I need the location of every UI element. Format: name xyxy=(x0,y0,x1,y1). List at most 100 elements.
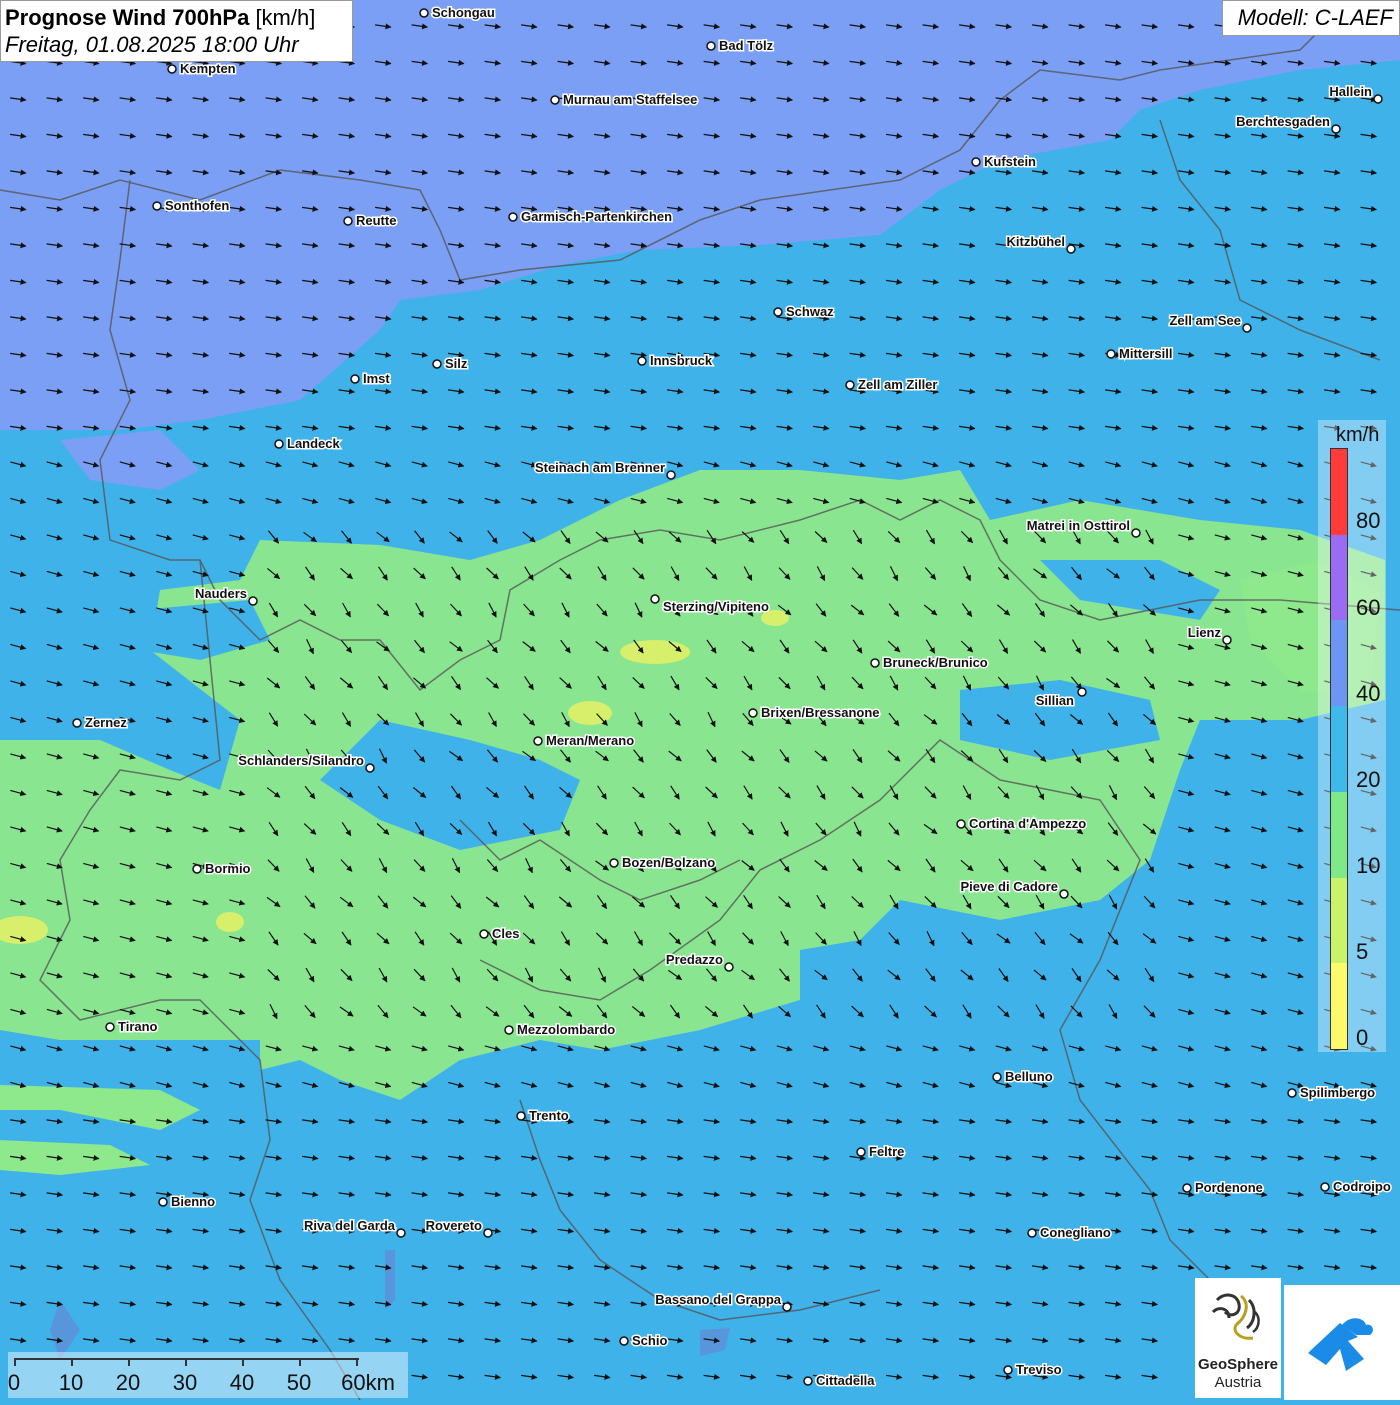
city-dot-icon xyxy=(706,41,716,51)
city-dot-icon xyxy=(650,594,660,604)
city-spilimbergo: Spilimbergo xyxy=(1287,1084,1377,1102)
city-dot-icon xyxy=(432,359,442,369)
city-garmisch-partenkirchen: Garmisch-Partenkirchen xyxy=(508,208,674,226)
city-label: Codroipo xyxy=(1333,1179,1391,1194)
scale-tick xyxy=(185,1358,187,1366)
legend-swatch xyxy=(1331,877,1347,964)
city-label: Garmisch-Partenkirchen xyxy=(521,209,672,224)
legend-tick-label: 40 xyxy=(1356,681,1381,706)
city-cortina-d-ampezzo: Cortina d'Ampezzo xyxy=(956,815,1088,833)
city-label: Pieve di Cadore xyxy=(960,879,1058,894)
city-label: Rovereto xyxy=(426,1218,482,1233)
map-title-unit: [km/h] xyxy=(255,5,316,30)
city-dot-icon xyxy=(782,1302,792,1312)
calm-patch xyxy=(568,701,612,725)
legend-swatch xyxy=(1331,449,1347,535)
city-label: Pordenone xyxy=(1195,1180,1263,1195)
city-label: Schlanders/Silandro xyxy=(238,753,364,768)
city-dot-icon xyxy=(550,95,560,105)
color-legend: km/h 80 60 40 20 10 5 0 xyxy=(1318,420,1386,1052)
city-bruneck-brunico: Bruneck/Brunico xyxy=(870,654,989,672)
calm-patch xyxy=(216,912,244,932)
city-dot-icon xyxy=(248,596,258,606)
map-title-main: Prognose Wind 700hPa xyxy=(5,5,250,30)
city-dot-icon xyxy=(1003,1365,1013,1375)
city-dot-icon xyxy=(152,201,162,211)
city-label: Bozen/Bolzano xyxy=(622,855,715,870)
scale-label: 20 xyxy=(115,1370,141,1395)
city-innsbruck: Innsbruck xyxy=(637,352,714,370)
geosphere-logo-line1: GeoSphere xyxy=(1197,1356,1279,1373)
city-label: Hallein xyxy=(1329,84,1372,99)
legend-swatch xyxy=(1331,963,1347,1050)
city-murnau-am-staffelsee: Murnau am Staffelsee xyxy=(550,91,699,109)
legend-unit: km/h xyxy=(1336,424,1380,446)
city-dot-icon xyxy=(72,718,82,728)
city-label: Steinach am Brenner xyxy=(535,460,665,475)
city-dot-icon xyxy=(666,470,676,480)
city-schongau: Schongau xyxy=(419,4,496,22)
city-dot-icon xyxy=(274,439,284,449)
city-dot-icon xyxy=(365,763,375,773)
city-zell-am-ziller: Zell am Ziller xyxy=(845,376,939,394)
city-label: Schio xyxy=(632,1333,667,1348)
city-label: Treviso xyxy=(1016,1362,1062,1377)
legend-tick-label: 60 xyxy=(1356,595,1381,620)
city-label: Riva del Garda xyxy=(304,1218,396,1233)
city-dot-icon xyxy=(1331,124,1341,134)
app-logo[interactable] xyxy=(1284,1285,1400,1400)
city-dot-icon xyxy=(748,708,758,718)
city-dot-icon xyxy=(971,157,981,167)
scale-label: 40 xyxy=(229,1370,255,1395)
city-label: Kufstein xyxy=(984,154,1036,169)
geosphere-logo[interactable]: GeoSphere Austria xyxy=(1195,1278,1281,1398)
scale-tick xyxy=(14,1358,16,1366)
city-dot-icon xyxy=(619,1336,629,1346)
city-label: Innsbruck xyxy=(650,353,713,368)
city-label: Murnau am Staffelsee xyxy=(563,92,697,107)
city-label: Zell am See xyxy=(1169,313,1241,328)
city-dot-icon xyxy=(803,1376,813,1386)
city-label: Kempten xyxy=(180,61,236,76)
city-dot-icon xyxy=(158,1197,168,1207)
city-label: Cles xyxy=(492,926,519,941)
city-dot-icon xyxy=(192,864,202,874)
city-label: Zell am Ziller xyxy=(858,377,937,392)
city-mezzolombardo: Mezzolombardo xyxy=(504,1021,617,1039)
city-pordenone: Pordenone xyxy=(1182,1179,1264,1197)
scale-bar: 0 10 20 30 40 50 60km xyxy=(8,1352,408,1398)
city-label: Conegliano xyxy=(1040,1225,1111,1240)
city-dot-icon xyxy=(533,736,543,746)
city-dot-icon xyxy=(419,8,429,18)
city-label: Nauders xyxy=(195,586,247,601)
city-label: Belluno xyxy=(1005,1069,1053,1084)
city-label: Tirano xyxy=(118,1019,158,1034)
city-label: Mittersill xyxy=(1119,346,1172,361)
city-label: Sonthofen xyxy=(165,198,229,213)
scale-tick xyxy=(71,1358,73,1366)
city-dot-icon xyxy=(504,1025,514,1035)
city-dot-icon xyxy=(856,1147,866,1157)
city-dot-icon xyxy=(870,658,880,668)
city-label: Silz xyxy=(445,356,468,371)
city-dot-icon xyxy=(508,212,518,222)
model-label: Modell: C-LAEF xyxy=(1222,0,1400,36)
city-label: Kitzbühel xyxy=(1007,234,1066,249)
city-label: Feltre xyxy=(869,1144,904,1159)
scale-label: 10 xyxy=(58,1370,84,1395)
city-label: Schongau xyxy=(432,5,495,20)
legend-swatch xyxy=(1331,706,1347,792)
city-dot-icon xyxy=(1059,889,1069,899)
calm-patch xyxy=(620,640,690,664)
city-conegliano: Conegliano xyxy=(1027,1224,1112,1242)
legend-swatch xyxy=(1331,620,1347,707)
city-label: Bormio xyxy=(205,861,251,876)
forecast-time: Freitag, 01.08.2025 18:00 Uhr xyxy=(5,32,299,57)
city-label: Trento xyxy=(529,1108,569,1123)
wind-map: Schongau Bad Tölz Kempten Murnau am Staffel… xyxy=(0,0,1400,1400)
city-label: Berchtesgaden xyxy=(1236,114,1330,129)
scale-tick xyxy=(299,1358,301,1366)
city-dot-icon xyxy=(1077,687,1087,697)
city-dot-icon xyxy=(637,356,647,366)
legend-color-bar xyxy=(1330,448,1348,1050)
